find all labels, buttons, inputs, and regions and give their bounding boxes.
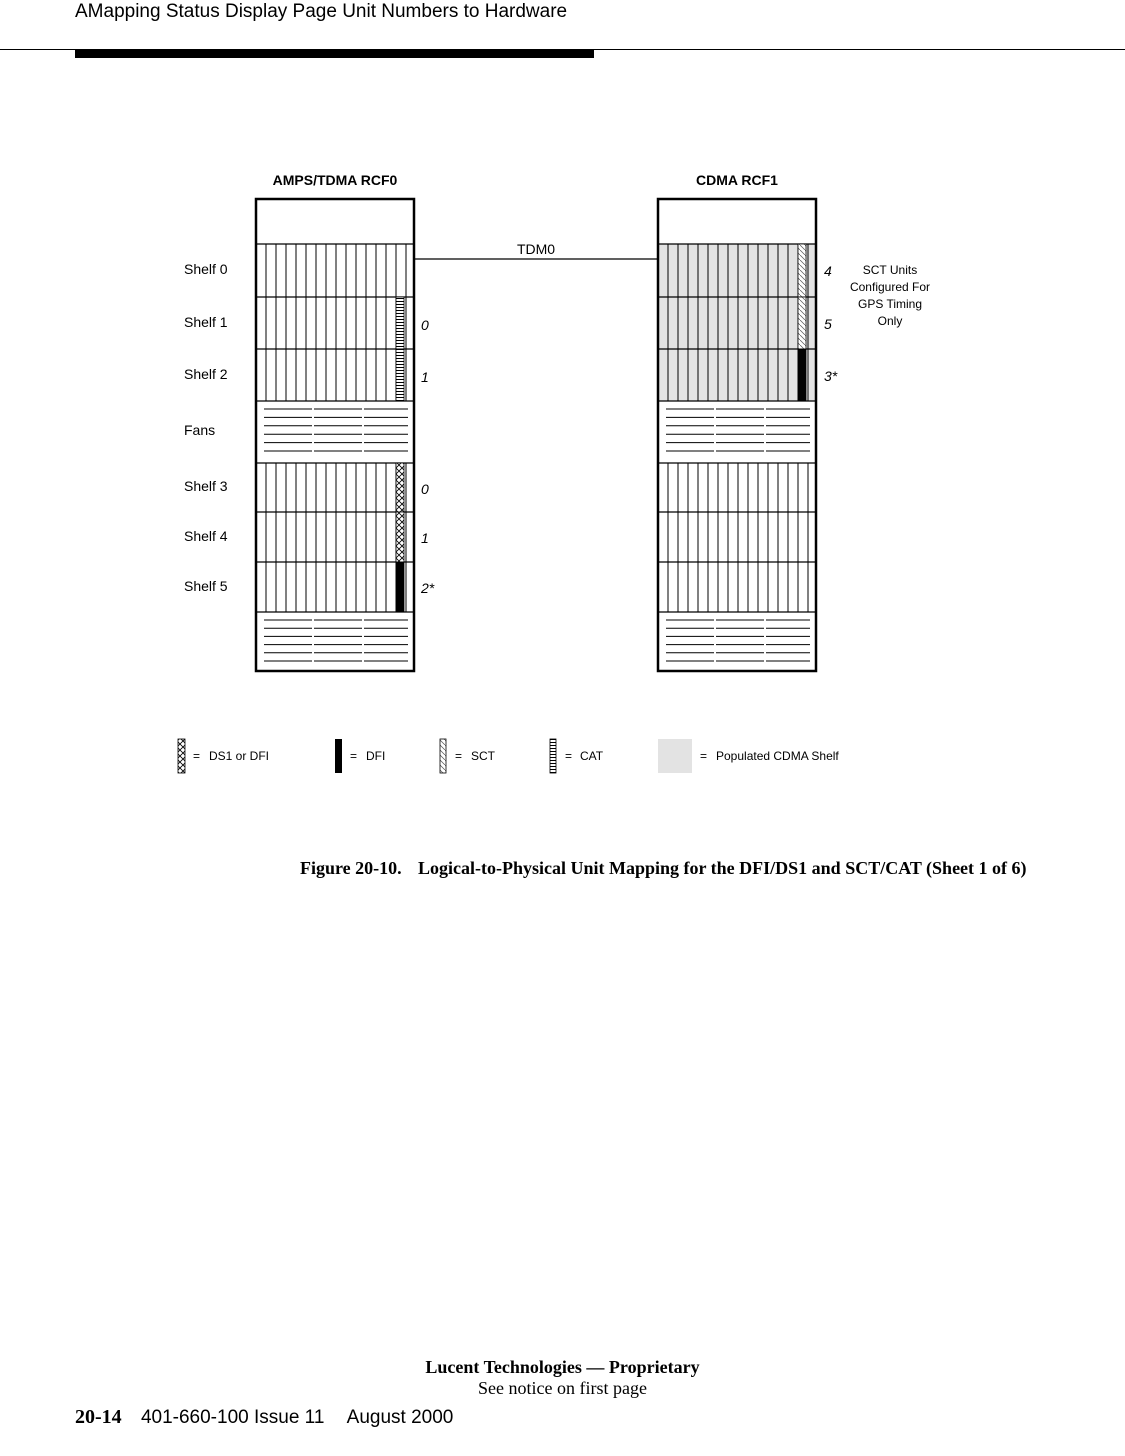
shelf-label: Shelf 3 [184,478,228,494]
frame-title-rcf1: CDMA RCF1 [696,172,778,188]
rack-cdma-rcf1 [656,197,818,673]
unit-slot-sct [797,296,807,350]
rack-amps-tdma-rcf0 [254,197,416,673]
legend-label: CAT [580,749,604,763]
tdm0-link-label: TDM0 [517,241,555,257]
unit-number: 1 [421,369,429,385]
legend-equals: = [193,749,200,763]
gps-note-line: SCT Units [863,263,917,277]
figure-caption-label: Figure 20-10. [300,858,402,878]
shelf-label: Shelf 4 [184,528,228,544]
gps-note-line: Configured For [850,280,930,294]
gps-note-line: GPS Timing [858,297,922,311]
legend-label: SCT [471,749,496,763]
unit-number: 5 [824,316,832,332]
doc-number: 401-660-100 Issue 11 [140,1407,325,1428]
shelf-group-upper [658,244,816,401]
doc-date: August 2000 [346,1407,454,1428]
legend-swatch-cat [549,738,557,774]
unit-slot-dfi [395,561,405,613]
unit-slot-ds1-or-dfi [395,462,405,513]
footer-notice: See notice on first page [478,1378,647,1398]
shelf-label: Shelf 5 [184,578,228,594]
footer-company: Lucent Technologies — Proprietary [425,1357,700,1377]
unit-number: 1 [421,530,429,546]
legend-equals: = [700,749,707,763]
legend-equals: = [350,749,357,763]
unit-number: 0 [421,317,429,333]
figure-caption: Figure 20-10. Logical-to-Physical Unit Ma… [300,859,1058,878]
footer-page-info: 20-14 401-660-100 Issue 11 August 2000 [75,1406,453,1429]
unit-slot-cat [395,296,405,350]
shelf-label: Shelf 0 [184,261,228,277]
unit-slot-dfi [797,348,807,402]
legend-equals: = [565,749,572,763]
legend-label: DS1 or DFI [209,749,269,763]
gps-note-line: Only [878,314,903,328]
shelf-label: Shelf 1 [184,314,228,330]
unit-slot-cat [395,348,405,402]
unit-slot-ds1-or-dfi [395,511,405,563]
footer-proprietary: Lucent Technologies — Proprietary See no… [0,1357,1125,1399]
legend-label: DFI [366,749,385,763]
legend-swatch-populated-cdma-shelf [658,739,692,773]
unit-number: 3* [824,368,838,384]
legend-label: Populated CDMA Shelf [716,749,839,763]
legend-equals: = [455,749,462,763]
legend-swatch-sct [439,738,447,774]
shelf-label: Fans [184,422,215,438]
legend-swatch-dfi [335,739,342,773]
shelf-label: Shelf 2 [184,366,228,382]
unit-number: 2* [420,580,435,596]
legend-swatch-ds1-or-dfi [177,738,186,774]
page-number: 20-14 [75,1406,122,1428]
unit-number: 0 [421,481,429,497]
legend: = DS1 or DFI = DFI = SCT = CAT = Populat… [177,738,839,774]
figure-caption-text: Logical-to-Physical Unit Mapping for the… [418,858,1027,878]
shelf-group-upper [256,244,414,401]
frame-title-rcf0: AMPS/TDMA RCF0 [273,172,398,188]
unit-slot-sct [797,243,807,298]
unit-mapping-diagram: AMPS/TDMA RCF0 CDMA RCF1 Shelf 0 Shelf 1… [177,172,930,774]
unit-number: 4 [824,263,832,279]
